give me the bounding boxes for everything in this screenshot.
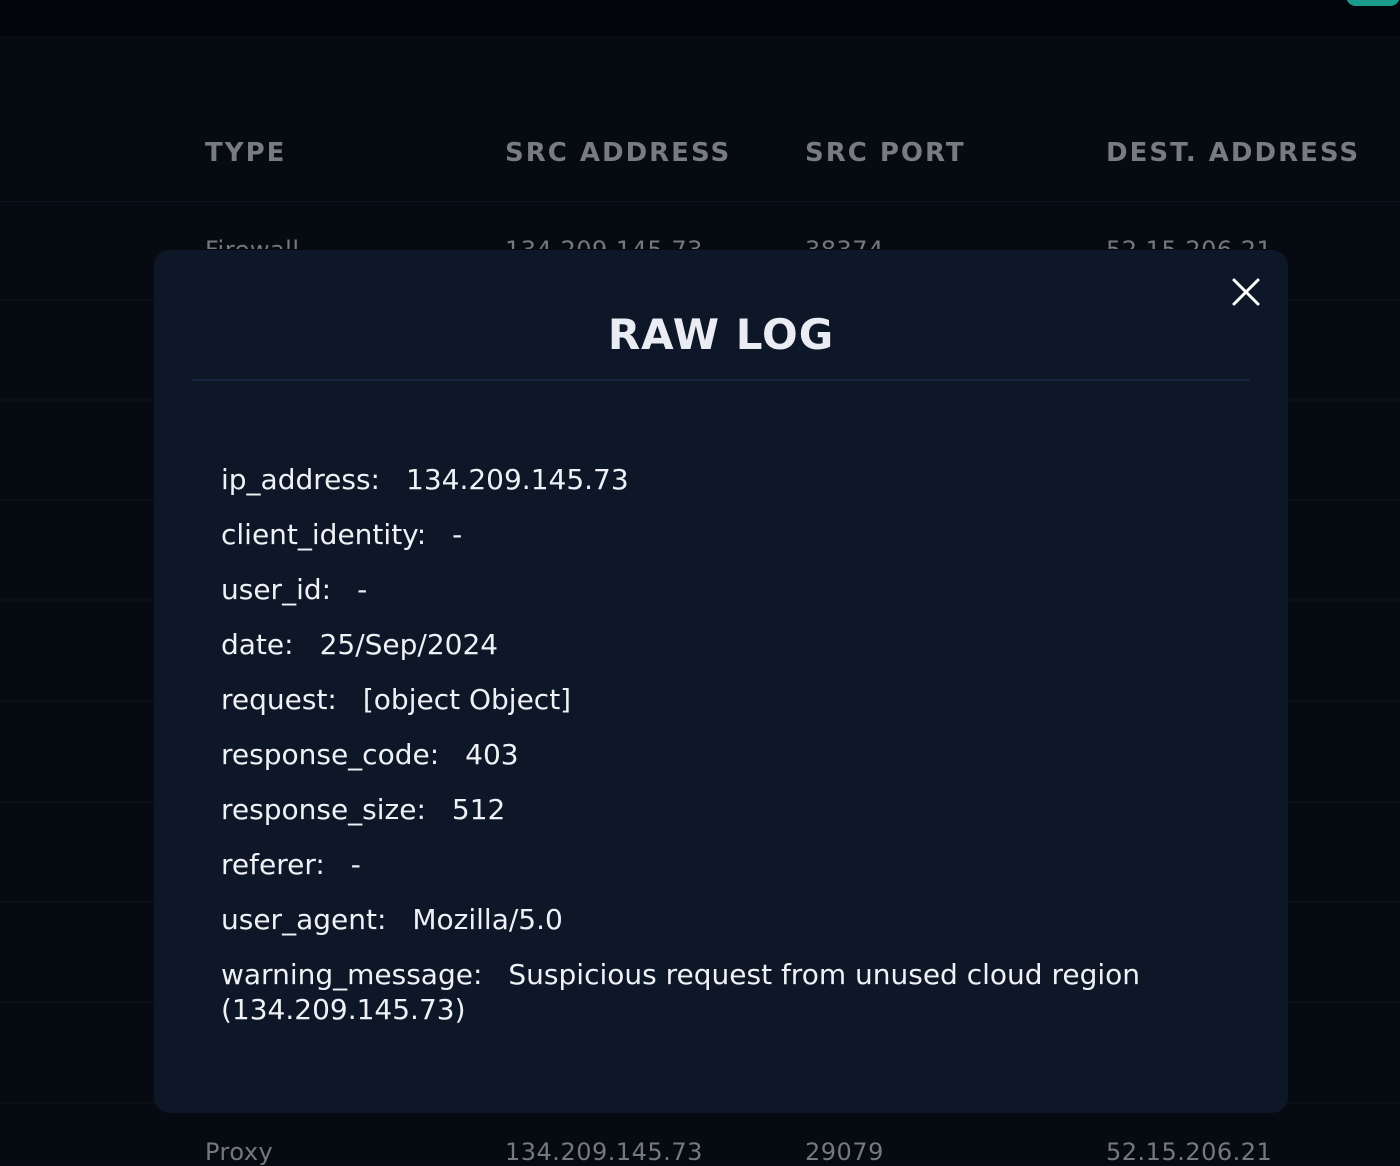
log-key: client_identity: bbox=[221, 518, 427, 551]
modal-title: RAW LOG bbox=[607, 310, 835, 359]
log-entry-response-size: response_size: 512 bbox=[221, 792, 1221, 827]
log-key: request: bbox=[221, 683, 337, 716]
log-key: warning_message: bbox=[221, 958, 483, 991]
log-entry-warning-message: warning_message: Suspicious request from … bbox=[221, 957, 1221, 1027]
log-value: 403 bbox=[465, 738, 519, 771]
raw-log-modal: RAW LOG ip_address: 134.209.145.73 client… bbox=[154, 250, 1288, 1113]
log-entry-request: request: [object Object] bbox=[221, 682, 1221, 717]
log-key: response_code: bbox=[221, 738, 440, 771]
log-entry-response-code: response_code: 403 bbox=[221, 737, 1221, 772]
log-key: date: bbox=[221, 628, 294, 661]
log-entry-referer: referer: - bbox=[221, 847, 1221, 882]
log-value: [object Object] bbox=[362, 683, 572, 716]
log-value: - bbox=[350, 848, 361, 881]
log-key: user_agent: bbox=[221, 903, 387, 936]
log-key: user_id: bbox=[221, 573, 332, 606]
log-value: 134.209.145.73 bbox=[406, 463, 629, 496]
log-key: referer: bbox=[221, 848, 325, 881]
log-value: - bbox=[357, 573, 368, 606]
top-accent-button[interactable] bbox=[1346, 0, 1400, 6]
log-key: response_size: bbox=[221, 793, 426, 826]
log-entry-list: ip_address: 134.209.145.73 client_identit… bbox=[221, 462, 1221, 1047]
log-entry-user-agent: user_agent: Mozilla/5.0 bbox=[221, 902, 1221, 937]
log-value: 512 bbox=[451, 793, 506, 826]
log-value: Mozilla/5.0 bbox=[412, 903, 563, 936]
log-entry-client-identity: client_identity: - bbox=[221, 517, 1221, 552]
top-bar bbox=[0, 0, 1400, 36]
log-value: 25/Sep/2024 bbox=[319, 628, 499, 661]
log-key: ip_address: bbox=[221, 463, 380, 496]
modal-divider bbox=[192, 379, 1250, 381]
log-entry-user-id: user_id: - bbox=[221, 572, 1221, 607]
log-value: - bbox=[452, 518, 463, 551]
close-icon[interactable] bbox=[1228, 274, 1264, 310]
log-entry-ip-address: ip_address: 134.209.145.73 bbox=[221, 462, 1221, 497]
log-entry-date: date: 25/Sep/2024 bbox=[221, 627, 1221, 662]
